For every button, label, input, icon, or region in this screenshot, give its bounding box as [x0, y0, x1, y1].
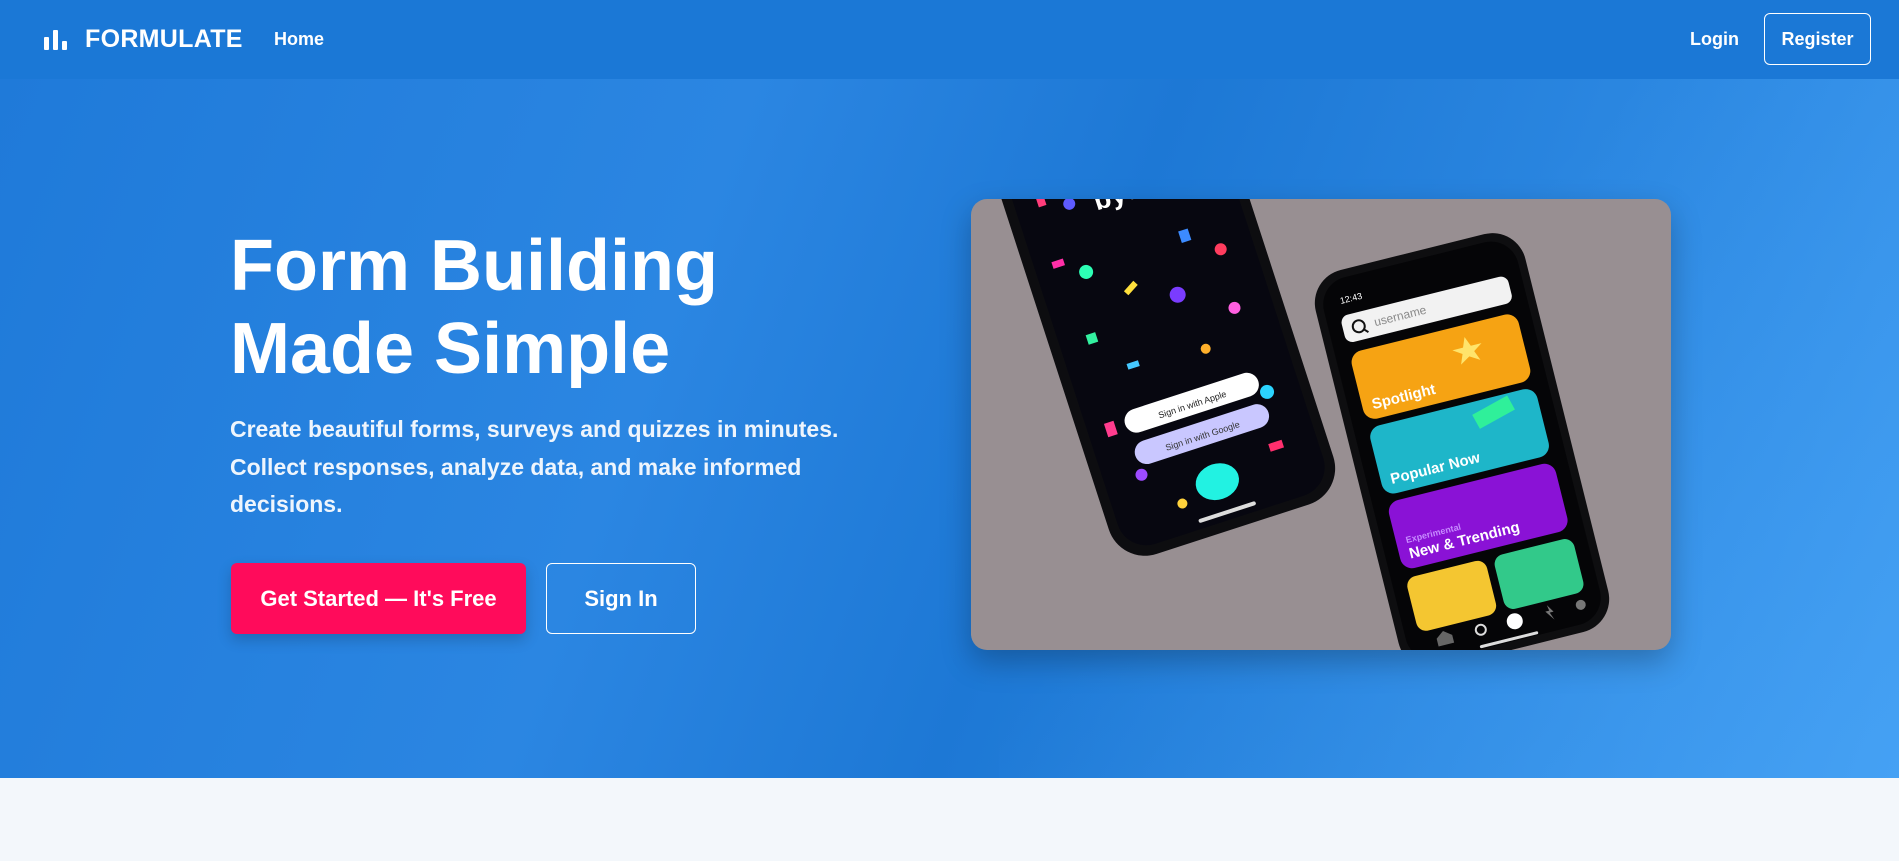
- get-started-button[interactable]: Get Started — It's Free: [231, 563, 526, 634]
- sign-in-button[interactable]: Sign In: [546, 563, 696, 634]
- hero-title: Form Building Made Simple: [230, 225, 930, 391]
- brand-link[interactable]: FORMULATE: [44, 0, 243, 79]
- nav-home-link[interactable]: Home: [274, 0, 324, 79]
- lower-section: [0, 778, 1899, 861]
- hero-title-line2: Made Simple: [230, 309, 671, 389]
- register-button[interactable]: Register: [1764, 13, 1871, 65]
- phones-illustration: byte Sign in with Apple Sign in with Goo…: [985, 199, 1610, 650]
- brand-name: FORMULATE: [85, 25, 243, 53]
- hero-section: Form Building Made Simple Create beautif…: [0, 79, 1899, 778]
- hero-image: byte Sign in with Apple Sign in with Goo…: [971, 199, 1671, 650]
- nav-login-link[interactable]: Login: [1690, 0, 1739, 79]
- hero-subtitle: Create beautiful forms, surveys and quiz…: [230, 416, 839, 517]
- hero-title-line1: Form Building: [230, 226, 718, 306]
- bar-chart-icon: [44, 29, 67, 50]
- top-navbar: FORMULATE Home Login Register: [0, 0, 1899, 79]
